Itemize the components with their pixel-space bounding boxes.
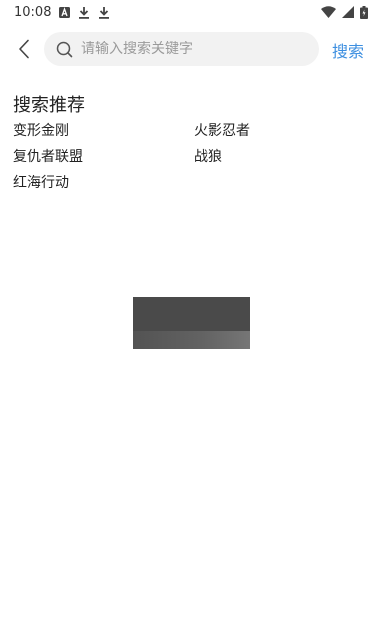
signal-icon (342, 6, 354, 18)
search-input[interactable] (81, 41, 301, 57)
back-button[interactable] (12, 36, 36, 62)
recommendations-title: 搜索推荐 (13, 95, 85, 116)
download-icon (98, 6, 110, 19)
wifi-icon (321, 6, 336, 18)
recommendation-item[interactable]: 变形金刚 (13, 122, 194, 140)
chevron-left-icon (18, 39, 30, 59)
recommendation-item[interactable]: 火影忍者 (194, 122, 375, 140)
search-icon (56, 41, 73, 58)
recommendations-list: 变形金刚 火影忍者 复仇者联盟 战狼 红海行动 (13, 122, 373, 192)
battery-icon (360, 5, 368, 19)
status-time: 10:08 (14, 4, 52, 20)
search-box[interactable] (44, 32, 319, 66)
placeholder-image-shade (133, 331, 250, 349)
a-letter-icon (59, 6, 71, 18)
recommendation-item[interactable]: 战狼 (194, 148, 375, 166)
recommendation-item[interactable]: 红海行动 (13, 174, 194, 192)
placeholder-image (133, 297, 250, 349)
status-bar: 10:08 (0, 0, 380, 24)
download-icon (78, 6, 90, 19)
search-header: 搜索 (0, 30, 380, 68)
search-button[interactable]: 搜索 (332, 38, 364, 62)
recommendation-item[interactable]: 复仇者联盟 (13, 148, 194, 166)
